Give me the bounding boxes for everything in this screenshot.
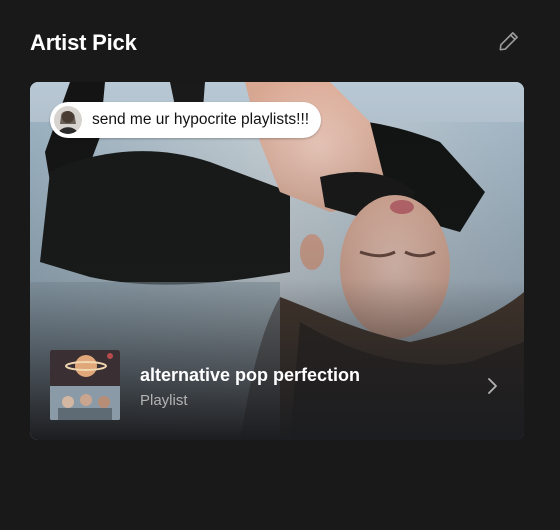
artist-comment-text: send me ur hypocrite playlists!!! <box>92 111 310 128</box>
artist-pick-card[interactable]: send me ur hypocrite playlists!!! altern… <box>30 82 524 440</box>
avatar <box>54 106 82 134</box>
playlist-cover <box>50 350 120 420</box>
playlist-type-label: Playlist <box>140 392 188 409</box>
playlist-name[interactable]: alternative pop perfection <box>140 364 360 386</box>
artist-comment-bubble: send me ur hypocrite playlists!!! <box>50 102 322 138</box>
section-title: Artist Pick <box>30 30 137 55</box>
chevron-right-icon[interactable] <box>480 374 504 398</box>
pencil-icon <box>496 28 522 59</box>
edit-button[interactable] <box>494 28 524 58</box>
